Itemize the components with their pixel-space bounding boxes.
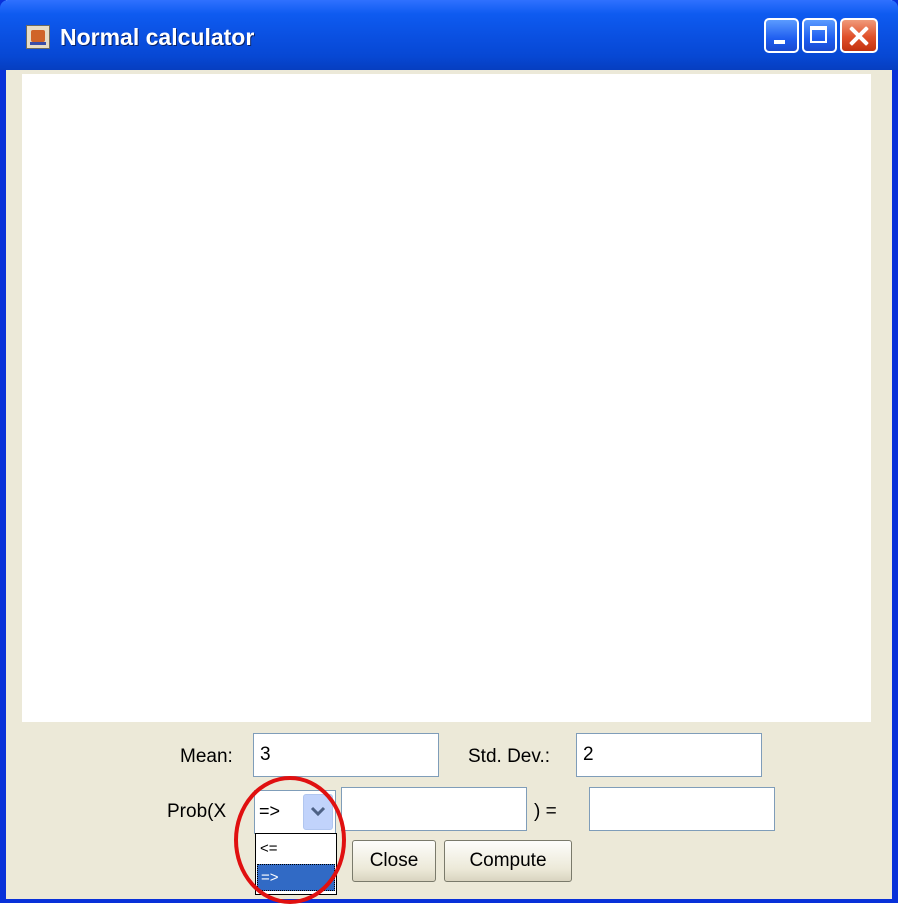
x-value-input[interactable] xyxy=(341,787,527,831)
std-dev-label: Std. Dev.: xyxy=(468,746,551,767)
java-app-icon xyxy=(26,25,50,49)
window-title: Normal calculator xyxy=(60,24,255,50)
result-output xyxy=(589,787,775,831)
title-bar[interactable]: Normal calculator xyxy=(0,0,898,70)
dropdown-arrow-icon[interactable] xyxy=(303,794,333,830)
equals-label: ) = xyxy=(534,801,557,822)
maximize-button[interactable] xyxy=(802,18,837,53)
std-dev-input[interactable] xyxy=(576,733,762,777)
mean-input[interactable] xyxy=(253,733,439,777)
dropdown-option-le[interactable]: <= xyxy=(257,836,335,863)
close-window-button[interactable] xyxy=(840,18,878,53)
prob-label: Prob(X xyxy=(167,801,227,822)
minimize-button[interactable] xyxy=(764,18,799,53)
comparison-dropdown-list: <= => xyxy=(255,833,337,895)
comparison-selected-value: => xyxy=(259,801,281,821)
mean-label: Mean: xyxy=(180,746,233,767)
compute-button[interactable]: Compute xyxy=(444,840,572,882)
comparison-select[interactable]: => xyxy=(254,790,336,834)
plot-canvas xyxy=(22,74,871,722)
dropdown-option-ge[interactable]: => xyxy=(257,864,335,891)
close-button[interactable]: Close xyxy=(352,840,436,882)
